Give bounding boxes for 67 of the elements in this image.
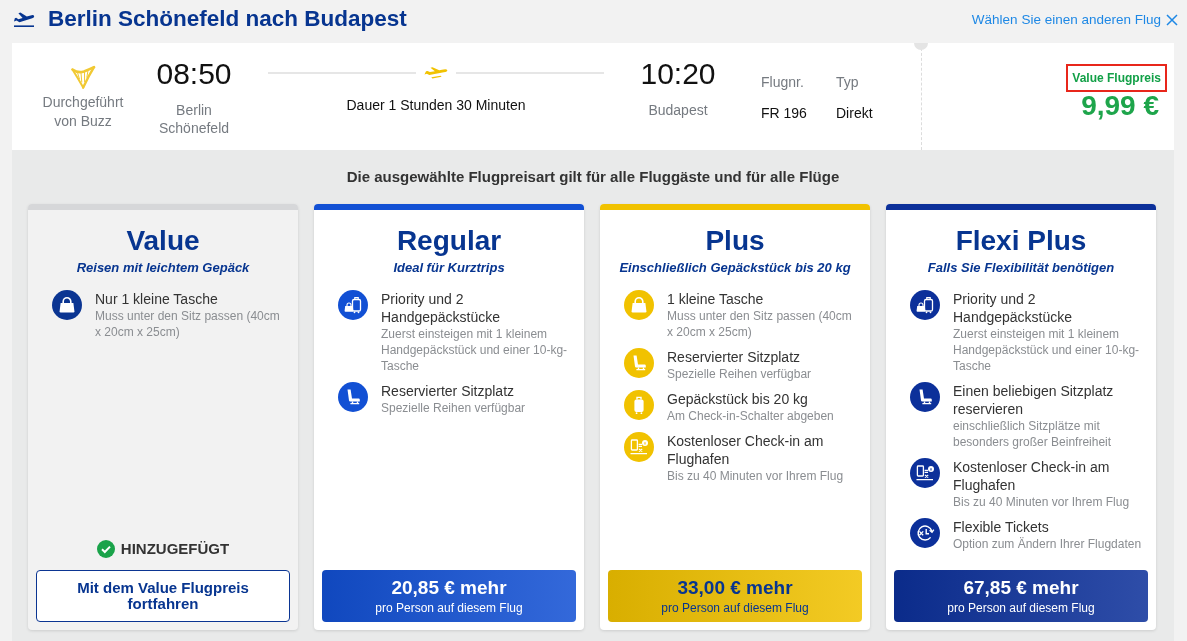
fare-tagline: Einschließlich Gepäckstück bis 20 kg: [618, 260, 852, 276]
operator-label: Durchgeführt von Buzz: [41, 93, 125, 131]
feature-title: Reservierter Sitzplatz: [667, 348, 802, 366]
check-icon: [96, 540, 115, 558]
page-title: Berlin Schönefeld nach Budapest: [48, 4, 407, 33]
suitcase-icon: [624, 390, 654, 420]
feature-title: 1 kleine Tasche: [667, 290, 765, 308]
upgrade-button[interactable]: 33,00 € mehr pro Person auf diesem Flug: [608, 570, 862, 622]
feature-title: Priority und 2 Handgepäckstücke: [381, 290, 502, 326]
handbag-icon: [52, 290, 82, 320]
fare-tagline: Ideal für Kurztrips: [392, 260, 506, 276]
ticket-notch: [914, 43, 928, 50]
feature-title: Einen beliebigen Sitzplatz reservieren: [953, 382, 1115, 418]
feature-detail: Muss unter den Sitz passen (40cm x 20cm x 25cm): [667, 308, 853, 340]
feature-detail: Zuerst einsteigen mit 1 kleinem Handgepäckstück und einer 10-kg-Tasche: [953, 326, 1141, 374]
fare-price: 9,99 €: [1081, 91, 1159, 121]
feature-detail: Zuerst einsteigen mit 1 kleinem Handgepäckstück und einer 10-kg-Tasche: [381, 326, 569, 374]
upgrade-button[interactable]: 20,85 € mehr pro Person auf diesem Flug: [322, 570, 576, 622]
upgrade-button[interactable]: 67,85 € mehr pro Person auf diesem Flug: [894, 570, 1148, 622]
close-icon: [1166, 13, 1178, 26]
feature-title: Kostenloser Check-in am Flughafen: [953, 458, 1111, 494]
feature-title: Priority und 2 Handgepäckstücke: [953, 290, 1074, 326]
departure-time: 08:50: [156, 57, 232, 91]
fare-type-label: Value Flugpreis: [1066, 64, 1167, 92]
detail-label: Flugnr.: [761, 73, 805, 91]
change-flight-link[interactable]: Wählen Sie einen anderen Flug: [971, 10, 1178, 29]
fare-name: Plus: [704, 225, 766, 257]
feature-title: Nur 1 kleine Tasche: [95, 290, 219, 308]
feature-title: Gepäckstück bis 20 kg: [667, 390, 809, 408]
feature-detail: Spezielle Reihen verfügbar: [381, 400, 527, 416]
added-status: HINZUGEFÜGT: [120, 539, 230, 559]
kiosk-icon: [624, 432, 654, 462]
handbag-icon: [624, 290, 654, 320]
seat-icon: [624, 348, 654, 378]
feature-detail: Bis zu 40 Minuten vor Ihrem Flug: [667, 468, 845, 484]
feature-title: Reservierter Sitzplatz: [381, 382, 516, 400]
fare-tagline: Falls Sie Flexibilität benötigen: [926, 260, 1116, 276]
seat-icon: [910, 382, 940, 412]
arrival-airport: Budapest: [647, 101, 709, 119]
fare-tagline: Reisen mit leichtem Gepäck: [75, 260, 251, 276]
harp-icon: [70, 65, 96, 89]
takeoff-icon: [13, 10, 35, 27]
fare-name: Value: [125, 225, 201, 257]
seat-icon: [338, 382, 368, 412]
arrival-time: 10:20: [640, 57, 716, 91]
feature-detail: Muss unter den Sitz passen (40cm x 20cm x 25cm): [95, 308, 281, 340]
feature-title: Flexible Tickets: [953, 518, 1050, 536]
feature-detail: einschließlich Sitzplätze mit besonders großer Beinfreiheit: [953, 418, 1113, 450]
fare-notice: Die ausgewählte Flugpreisart gilt für alle Fluggäste und für alle Flüge: [345, 168, 841, 186]
continue-button[interactable]: Mit dem Value Flugpreis fortfahren: [36, 570, 290, 622]
fare-name: Regular: [395, 225, 503, 257]
fare-name: Flexi Plus: [954, 225, 1088, 257]
flight-duration: Dauer 1 Stunden 30 Minuten: [346, 96, 526, 114]
luggage-icon: [910, 290, 940, 320]
detail-value: Direkt: [836, 104, 874, 122]
detail-value: FR 196: [761, 104, 808, 122]
kiosk-icon: [910, 458, 940, 488]
feature-detail: Spezielle Reihen verfügbar: [667, 366, 813, 382]
feature-title: Kostenloser Check-in am Flughafen: [667, 432, 825, 468]
luggage-icon: [338, 290, 368, 320]
feature-detail: Am Check-in-Schalter abgeben: [667, 408, 835, 424]
detail-label: Typ: [836, 73, 860, 91]
airplane-icon: [424, 67, 448, 79]
feature-detail: Bis zu 40 Minuten vor Ihrem Flug: [953, 494, 1131, 510]
departure-airport: Berlin Schönefeld: [157, 101, 231, 137]
feature-detail: Option zum Ändern Ihrer Flugdaten: [953, 536, 1143, 552]
clock-icon: [910, 518, 940, 548]
